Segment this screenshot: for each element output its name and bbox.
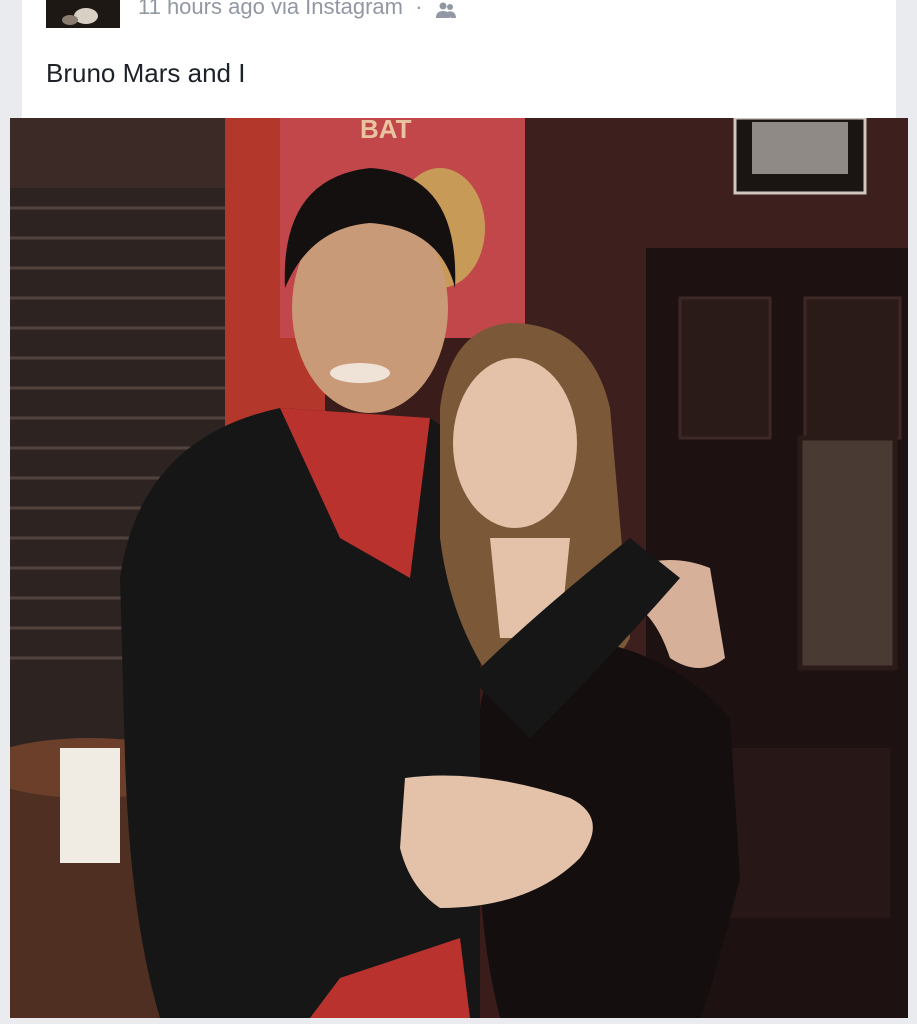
post-photo[interactable]: BAT [10,118,908,1018]
post-caption: Bruno Mars and I [46,58,246,88]
meta-separator: · [415,0,423,19]
feed-post: 11 hours ago via Instagram · Bruno Mars … [0,0,917,1024]
via-source[interactable]: via Instagram [271,0,403,19]
svg-text:BAT: BAT [360,118,412,144]
photo-image: BAT [10,118,908,1018]
friends-icon[interactable] [435,0,457,19]
post-timestamp[interactable]: 11 hours ago [138,0,265,19]
avatar-image [46,0,120,28]
post-meta: 11 hours ago via Instagram · [138,0,457,22]
profile-avatar[interactable] [46,0,120,28]
post-header: 11 hours ago via Instagram · Bruno Mars … [22,0,896,118]
